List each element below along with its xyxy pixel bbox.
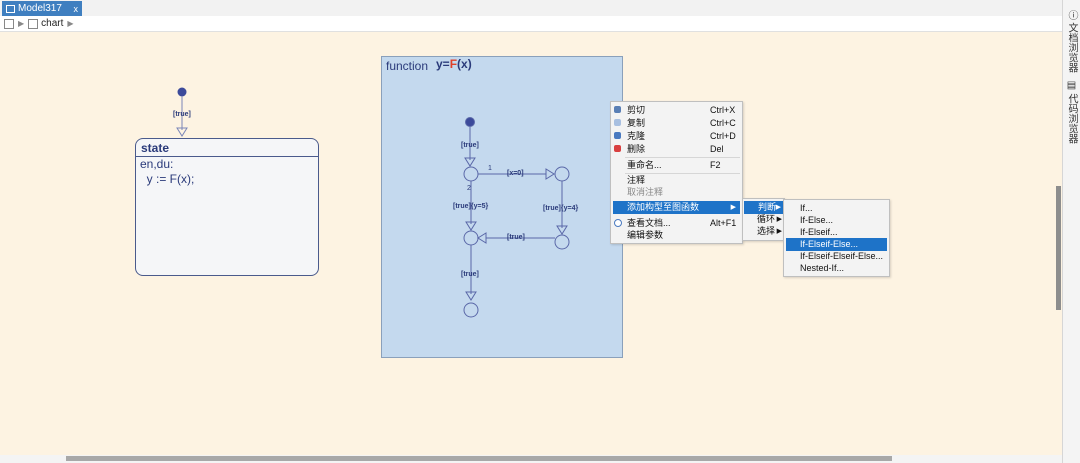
tab-code-browser[interactable]: ▤ 代码浏览器 (1065, 80, 1079, 144)
menu-item-rename[interactable]: 重命名... F2 (611, 159, 742, 172)
transition-arrow-icon (545, 168, 555, 180)
transition-priority: 2 (467, 185, 471, 192)
info-icon: ⓘ (1066, 10, 1077, 23)
menu-item-edit-params[interactable]: 编辑参数 (611, 229, 742, 242)
function-flow-graph (463, 117, 570, 318)
function-default-transition-dot[interactable] (465, 117, 475, 127)
menu-item-copy[interactable]: 复制 Ctrl+C (611, 117, 742, 130)
menu-item-delete[interactable]: 删除 Del (611, 143, 742, 156)
junction-c[interactable] (463, 230, 479, 246)
transition-priority: 1 (488, 165, 492, 172)
transition-label-y5: [true]{y=5} (453, 203, 489, 210)
transition-label-x0: [x=0] (507, 170, 524, 177)
junction-b[interactable] (554, 166, 570, 182)
copy-icon (614, 119, 621, 126)
junction-d[interactable] (554, 234, 570, 250)
cut-icon (614, 106, 621, 113)
info-icon (614, 219, 622, 227)
submenu-decision: If... If-Else... If-Elseif... If-Elseif-… (783, 199, 890, 277)
menu-item-cut[interactable]: 剪切 Ctrl+X (611, 104, 742, 117)
right-side-panel: ⓘ 文档浏览器 ▤ 代码浏览器 (1062, 0, 1080, 463)
horizontal-scrollbar[interactable] (66, 456, 892, 461)
clone-icon (614, 132, 621, 139)
submenu-pattern-type: 判断 ▶ 循环 ▶ 选择 ▶ (742, 198, 785, 241)
submenu-item-nested-if[interactable]: Nested-If... (784, 262, 889, 275)
context-menu: 剪切 Ctrl+X 复制 Ctrl+C 克隆 Ctrl+D 删除 Del 重命名... F… (610, 101, 743, 244)
submenu-item-switch[interactable]: 选择 ▶ (743, 225, 784, 238)
menu-item-add-pattern[interactable]: 添加构型至图函数 ▶ (613, 201, 740, 214)
tab-doc-browser[interactable]: ⓘ 文档浏览器 (1065, 10, 1079, 73)
menu-item-clone[interactable]: 克隆 Ctrl+D (611, 130, 742, 143)
transition-label-y4: [true]{y=4} (543, 205, 579, 212)
junction-e[interactable] (463, 302, 479, 318)
menu-divider (625, 157, 740, 158)
function-default-label: [true] (461, 142, 479, 149)
junction-a[interactable] (463, 166, 479, 182)
chevron-right-icon: ▶ (730, 204, 736, 211)
transition-arrow-icon (477, 232, 487, 244)
transition-label-down: [true] (461, 271, 479, 278)
menu-item-uncomment: 取消注释 (627, 187, 664, 197)
code-icon: ▤ (1066, 80, 1077, 94)
transition-label-back: [true] (507, 234, 525, 241)
chevron-right-icon: ▶ (776, 228, 782, 235)
delete-icon (614, 145, 621, 152)
